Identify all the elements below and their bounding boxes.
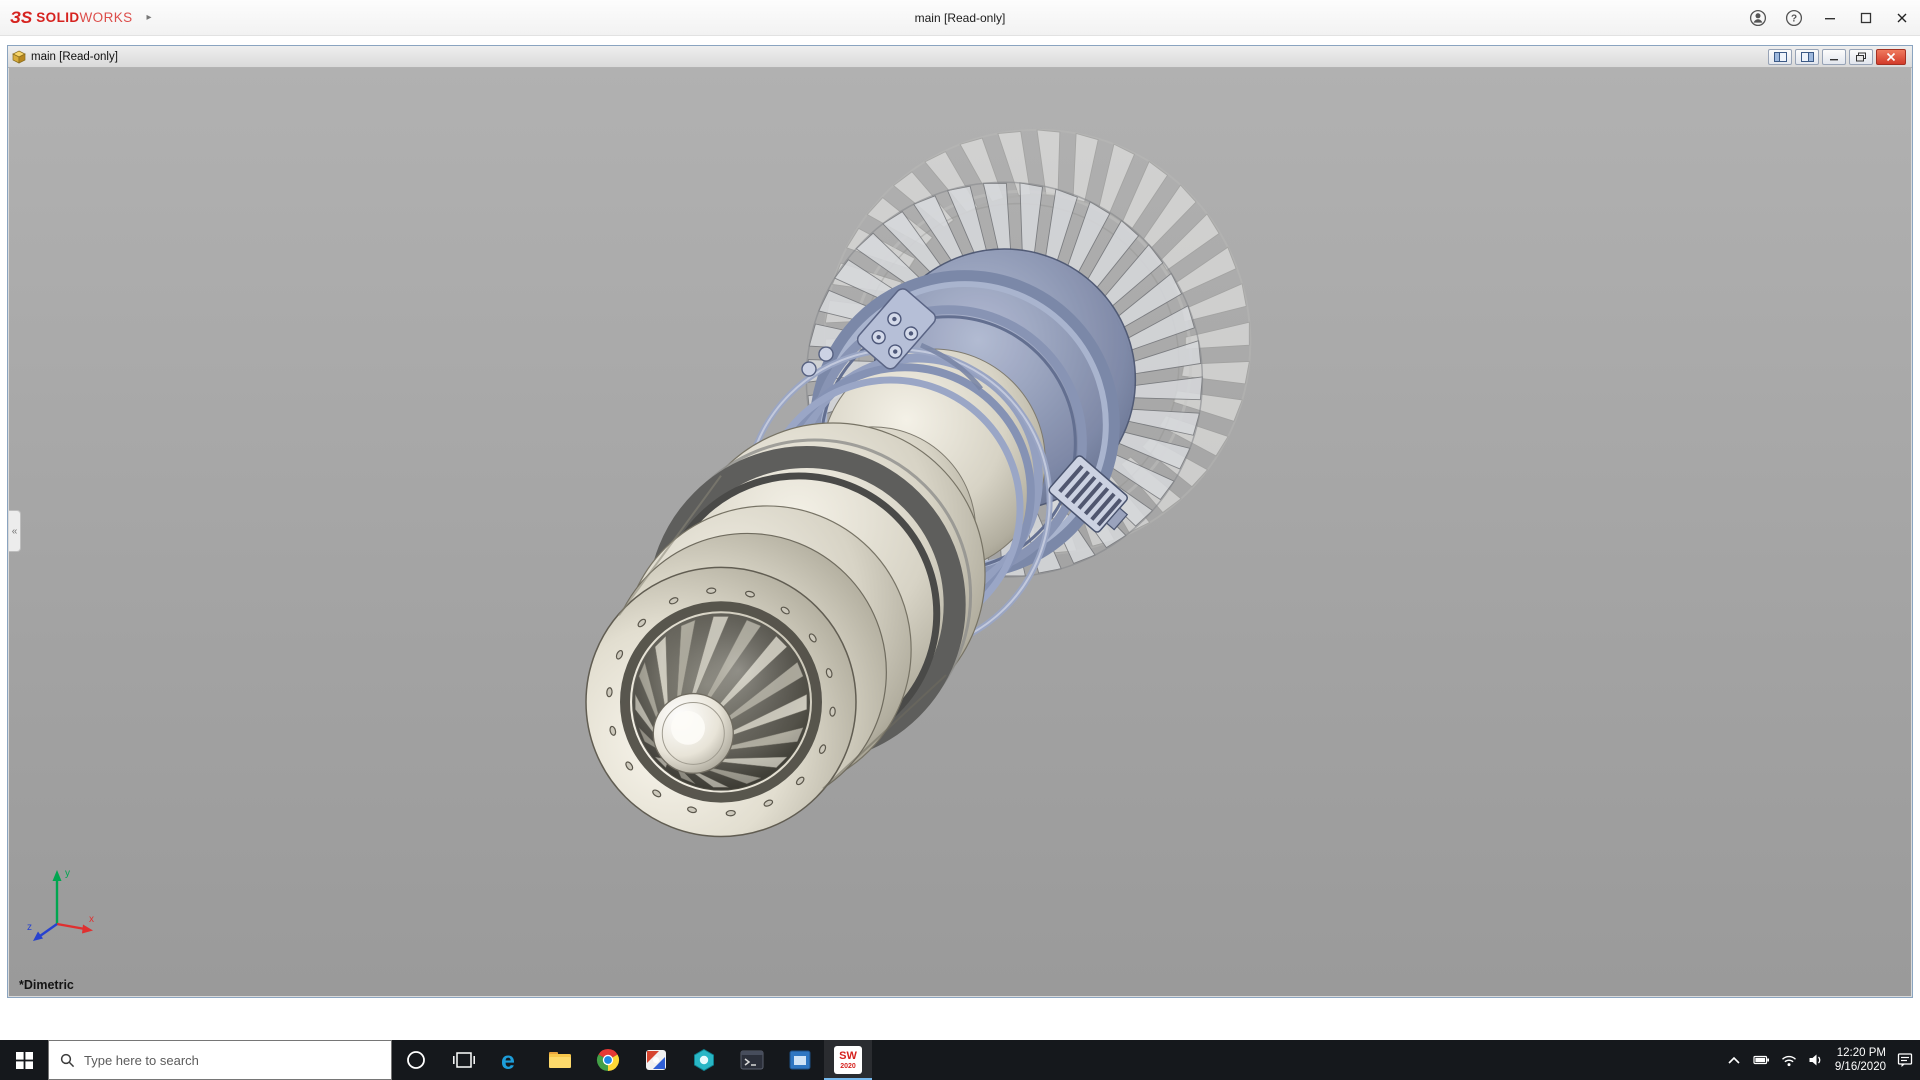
terminal-icon	[740, 1050, 764, 1070]
hexagon-app-icon	[692, 1048, 716, 1072]
wifi-icon	[1781, 1053, 1797, 1067]
search-placeholder: Type here to search	[84, 1053, 199, 1068]
split-pane-icon	[1801, 52, 1814, 62]
doc-pane-button-2[interactable]	[1795, 49, 1819, 65]
viewport-3d[interactable]: « y x z *Dimetric	[9, 68, 1911, 996]
minimize-button[interactable]	[1812, 0, 1848, 35]
minimize-icon	[1828, 52, 1840, 62]
maximize-icon	[1859, 11, 1873, 25]
person-icon	[1749, 9, 1767, 27]
close-button[interactable]	[1884, 0, 1920, 35]
triad-x-label: x	[89, 914, 94, 925]
maximize-button[interactable]	[1848, 0, 1884, 35]
doc-restore-button[interactable]	[1849, 49, 1873, 65]
split-pane-icon	[1774, 52, 1787, 62]
chrome-button[interactable]	[584, 1040, 632, 1080]
battery-button[interactable]	[1753, 1053, 1770, 1067]
task-view-button[interactable]	[440, 1040, 488, 1080]
restore-icon	[1855, 52, 1867, 62]
app-titlebar: ЗS SOLIDWORKS ▸ main [Read-only] ?	[0, 0, 1920, 36]
svg-text:e: e	[501, 1047, 515, 1074]
minimize-icon	[1823, 11, 1837, 25]
speaker-icon	[1808, 1053, 1824, 1067]
app-button-hexagon[interactable]	[680, 1040, 728, 1080]
help-icon[interactable]: ?	[1776, 0, 1812, 35]
taskbar-search-input[interactable]: Type here to search	[48, 1040, 392, 1080]
app-button-terminal[interactable]	[728, 1040, 776, 1080]
edge-button[interactable]: e	[488, 1040, 536, 1080]
solidworks-logo: ЗS SOLIDWORKS ▸	[0, 8, 152, 28]
feature-tree-collapse-tab[interactable]: «	[9, 510, 21, 552]
app-title: main [Read-only]	[915, 11, 1006, 25]
solidworks-taskbar-button[interactable]: SW 2020	[824, 1040, 872, 1080]
view-orientation-label: *Dimetric	[19, 978, 74, 992]
taskbar-clock[interactable]: 12:20 PM 9/16/2020	[1835, 1046, 1886, 1074]
svg-text:?: ?	[1791, 13, 1797, 24]
part-document-icon	[12, 50, 26, 64]
battery-icon	[1753, 1053, 1770, 1067]
document-titlebar[interactable]: main [Read-only]	[8, 46, 1912, 68]
tray-overflow-chevron[interactable]	[1726, 1054, 1742, 1066]
brand-text-solid: SOLID	[36, 10, 79, 25]
taskbar: Type here to search e	[0, 1040, 1920, 1080]
chevron-up-icon	[1726, 1054, 1742, 1066]
volume-button[interactable]	[1808, 1053, 1824, 1067]
cortana-icon	[405, 1049, 427, 1071]
doc-pane-button-1[interactable]	[1768, 49, 1792, 65]
orientation-triad: y x z	[25, 862, 99, 946]
app-client-area: main [Read-only]	[0, 35, 1920, 1040]
close-icon	[1895, 11, 1909, 25]
file-explorer-button[interactable]	[536, 1040, 584, 1080]
account-icon[interactable]	[1740, 0, 1776, 35]
solidworks-app-icon: SW 2020	[834, 1046, 862, 1074]
triad-z-label: z	[27, 922, 32, 933]
document-window: main [Read-only]	[7, 45, 1913, 998]
file-explorer-icon	[548, 1050, 572, 1070]
app-button-multicolor[interactable]	[632, 1040, 680, 1080]
question-icon: ?	[1785, 9, 1803, 27]
jet-engine-model	[586, 130, 1250, 837]
engine-model-render	[9, 68, 1911, 996]
system-tray: 12:20 PM 9/16/2020	[1726, 1040, 1920, 1080]
windows-logo-icon	[16, 1052, 33, 1069]
start-button[interactable]	[0, 1040, 48, 1080]
clock-time: 12:20 PM	[1835, 1046, 1886, 1060]
app-button-blue-window[interactable]	[776, 1040, 824, 1080]
doc-minimize-button[interactable]	[1822, 49, 1846, 65]
doc-close-button[interactable]	[1876, 49, 1906, 65]
network-button[interactable]	[1781, 1053, 1797, 1067]
screen: ЗS SOLIDWORKS ▸ main [Read-only] ?	[0, 0, 1920, 1080]
window-controls: ?	[1740, 0, 1920, 35]
document-title: main [Read-only]	[31, 51, 118, 63]
close-icon	[1885, 52, 1897, 62]
document-window-controls	[1768, 49, 1908, 65]
triad-y-label: y	[65, 868, 70, 879]
clock-date: 9/16/2020	[1835, 1060, 1886, 1074]
brand-text-works: WORKS	[80, 10, 133, 25]
search-icon	[60, 1053, 75, 1068]
edge-icon: e	[499, 1046, 525, 1074]
task-view-icon	[453, 1051, 475, 1069]
menu-expand-arrow-icon[interactable]: ▸	[147, 12, 152, 23]
cortana-button[interactable]	[392, 1040, 440, 1080]
solidworks-logo-mark-icon: ЗS	[10, 8, 32, 28]
action-center-icon	[1897, 1052, 1914, 1068]
multicolor-app-icon	[645, 1049, 667, 1071]
action-center-button[interactable]	[1897, 1052, 1914, 1068]
chrome-icon	[596, 1048, 620, 1072]
blue-window-icon	[789, 1050, 811, 1070]
